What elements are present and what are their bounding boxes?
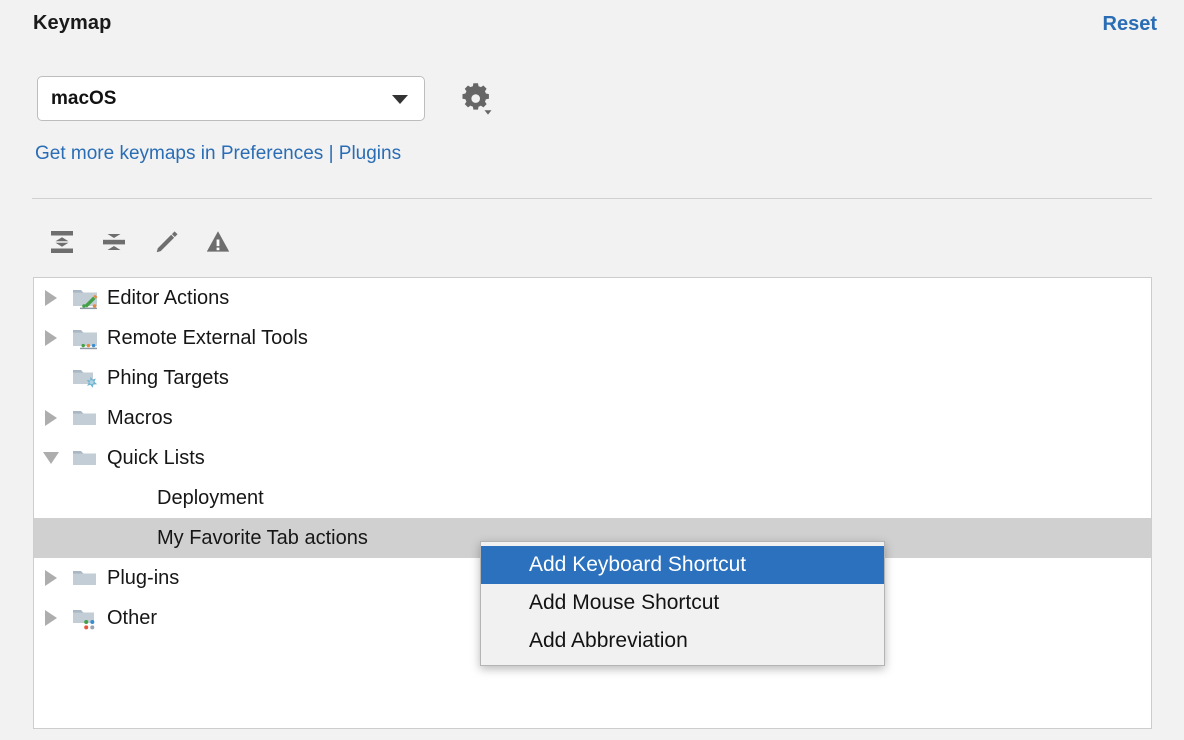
tree-expand-toggle[interactable] [34,318,68,358]
tree-row-label: Plug-ins [107,566,180,589]
tree-row-label: Deployment [157,486,264,509]
folder-tools-icon [68,326,102,350]
collapse-all-icon [90,218,138,266]
chevron-down-icon [392,95,408,104]
tree-row[interactable]: Phing Targets [34,358,1151,398]
tree-row-label: Phing Targets [107,366,229,389]
expand-all-icon [38,218,86,266]
tree-row-label: My Favorite Tab actions [157,526,368,549]
tree-row-label: Other [107,606,158,629]
keymap-combobox[interactable]: macOS [37,76,425,121]
edit-shortcut-button[interactable] [142,218,190,266]
folder-editor-icon [68,286,102,310]
tree-row[interactable]: Editor Actions [34,278,1151,318]
context-menu[interactable]: Add Keyboard Shortcut Add Mouse Shortcut… [480,541,885,666]
tree-expand-toggle[interactable] [34,598,68,638]
tree-row-label: Remote External Tools [107,326,308,349]
tree-row-label: Quick Lists [107,446,205,469]
tree-row-label: Editor Actions [107,286,230,309]
folder-plain-icon [68,446,102,470]
collapse-all-button[interactable] [90,218,138,266]
folder-plain-icon [68,406,102,430]
dialog-header: Keymap Reset [0,0,1184,56]
keymap-settings-gear-button[interactable] [455,80,495,118]
context-menu-item-add-mouse-shortcut[interactable]: Add Mouse Shortcut [481,584,884,622]
expand-all-button[interactable] [38,218,86,266]
tree-row[interactable]: Deployment [34,478,1151,518]
tree-row-label: Macros [107,406,173,429]
context-menu-item-add-abbreviation[interactable]: Add Abbreviation [481,622,884,660]
tree-expand-toggle-placeholder [34,358,68,398]
tree-expand-toggle[interactable] [34,398,68,438]
tree-expand-toggle[interactable] [34,278,68,318]
folder-phing-icon [68,366,102,390]
folder-other-icon [68,606,102,630]
show-conflicts-button[interactable] [194,218,242,266]
folder-plain-icon [68,566,102,590]
tree-row[interactable]: Quick Lists [34,438,1151,478]
page-title: Keymap [33,12,112,34]
warning-triangle-icon [194,218,242,266]
pencil-icon [142,218,190,266]
keymap-combobox-value: macOS [51,88,117,109]
section-divider [32,198,1152,199]
tree-collapse-toggle[interactable] [34,438,68,478]
tree-toolbar [0,218,1184,487]
tree-row[interactable]: Macros [34,398,1151,438]
context-menu-item-add-keyboard-shortcut[interactable]: Add Keyboard Shortcut [481,546,884,584]
gear-with-dropdown-icon [455,83,495,122]
reset-link[interactable]: Reset [1103,13,1157,36]
get-more-keymaps-link[interactable]: Get more keymaps in Preferences | Plugin… [35,143,401,165]
tree-expand-toggle[interactable] [34,558,68,598]
tree-row[interactable]: Remote External Tools [34,318,1151,358]
